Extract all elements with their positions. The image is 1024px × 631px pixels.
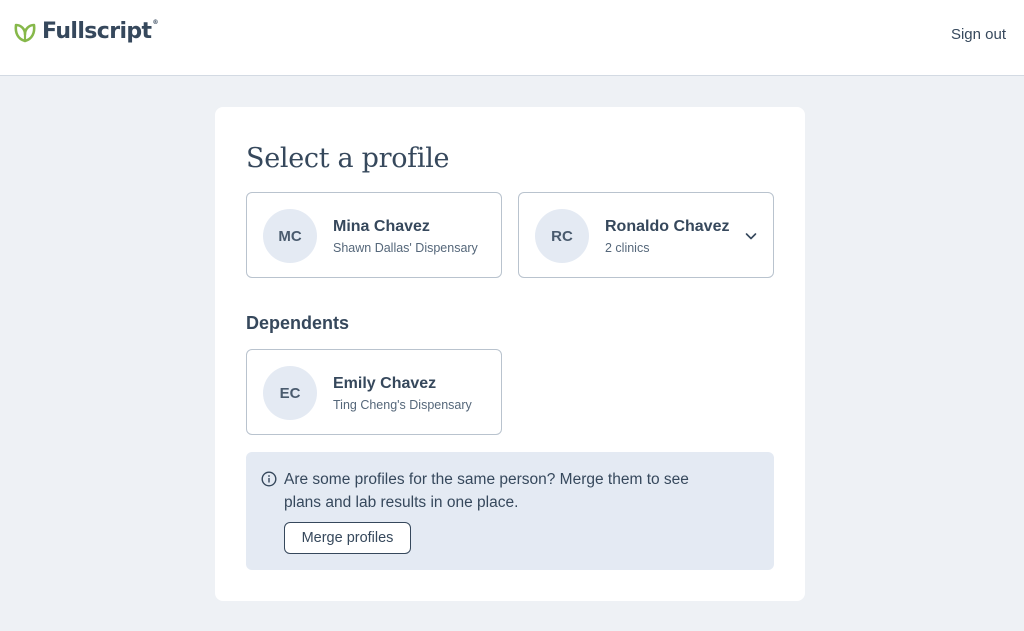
merge-info-text: Are some profiles for the same person? M… <box>284 471 689 511</box>
profile-name: Mina Chavez <box>333 218 430 235</box>
chevron-down-icon[interactable] <box>745 230 757 242</box>
sign-out-button[interactable]: Sign out <box>951 26 1006 43</box>
profile-dispensary: Shawn Dallas' Dispensary <box>333 241 478 255</box>
page-title: Select a profile <box>246 143 450 174</box>
merge-profiles-banner: Are some profiles for the same person? M… <box>246 452 774 570</box>
avatar: RC <box>535 209 589 263</box>
info-icon <box>261 471 277 487</box>
select-profile-card: Select a profile MC Mina Chavez Shawn Da… <box>215 107 805 601</box>
dependents-heading: Dependents <box>246 313 350 333</box>
fullscript-logo[interactable]: Fullscript® <box>13 19 159 44</box>
profile-clinic-count: 2 clinics <box>605 241 650 255</box>
profile-card-mina-chavez[interactable]: MC Mina Chavez Shawn Dallas' Dispensary <box>246 192 502 278</box>
profile-card-emily-chavez[interactable]: EC Emily Chavez Ting Cheng's Dispensary <box>246 349 502 435</box>
registered-mark: ® <box>152 19 158 26</box>
avatar: MC <box>263 209 317 263</box>
profile-name: Emily Chavez <box>333 375 437 392</box>
avatar: EC <box>263 366 317 420</box>
merge-profiles-button[interactable]: Merge profiles <box>284 522 411 554</box>
profile-dispensary: Ting Cheng's Dispensary <box>333 398 472 412</box>
logo-wordmark: Fullscript® <box>42 19 159 44</box>
profile-name: Ronaldo Chavez <box>605 218 730 235</box>
leaf-logo-icon <box>14 23 36 42</box>
profile-card-ronaldo-chavez[interactable]: RC Ronaldo Chavez 2 clinics <box>518 192 774 278</box>
top-header: Fullscript® Sign out <box>0 0 1024 76</box>
